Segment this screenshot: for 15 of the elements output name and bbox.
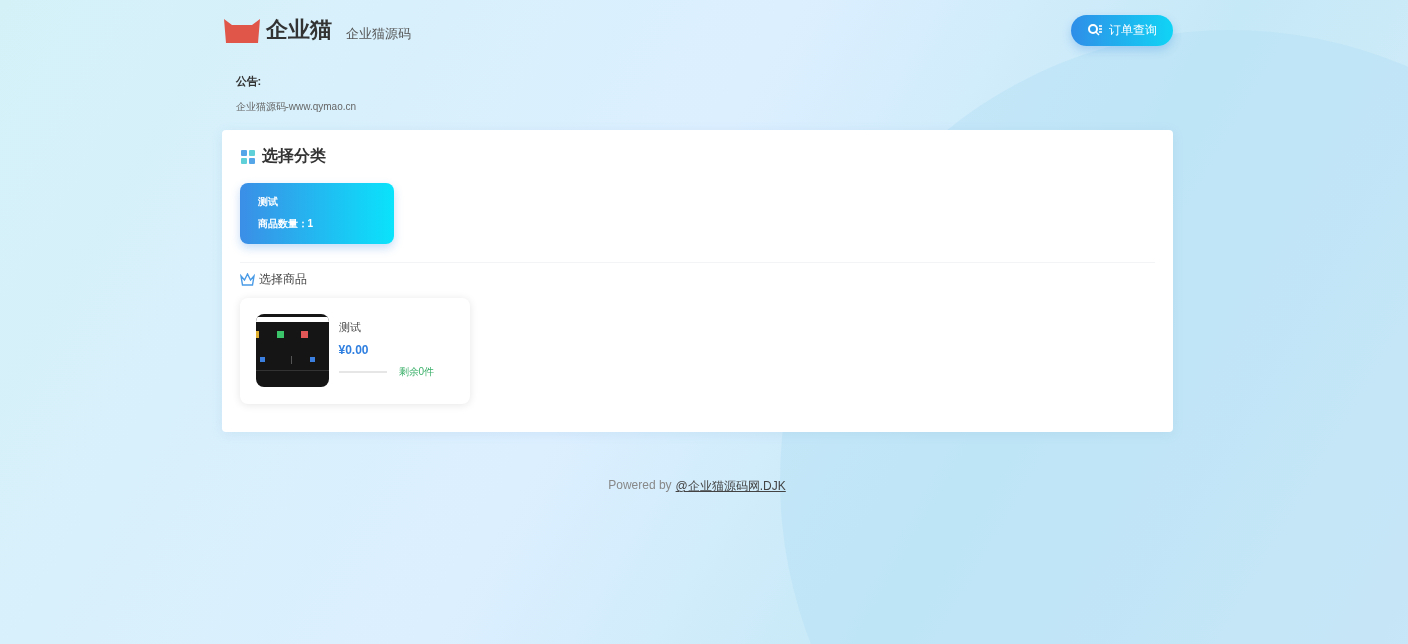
crown-icon <box>239 273 255 286</box>
product-card[interactable]: 测试 ¥0.00 剩余0件 <box>239 298 470 404</box>
grid-icon <box>239 148 256 165</box>
site-subtitle: 企业猫源码 <box>345 25 411 43</box>
notice-text: 企业猫源码-www.qymao.cn <box>235 101 357 112</box>
powered-by-text: Powered by <box>608 478 672 494</box>
product-name: 测试 <box>338 320 362 335</box>
notice-label: 公告: <box>235 74 263 89</box>
section-subtitle: 选择商品 <box>258 271 307 288</box>
stock-text: 剩余0件 <box>398 365 435 379</box>
search-icon <box>1086 23 1103 37</box>
product-price: ¥0.00 <box>338 343 370 357</box>
logo-text: 企业猫 <box>265 16 332 44</box>
footer-link[interactable]: @企业猫源码网.DJK <box>675 478 786 495</box>
section-title: 选择分类 <box>261 146 326 166</box>
